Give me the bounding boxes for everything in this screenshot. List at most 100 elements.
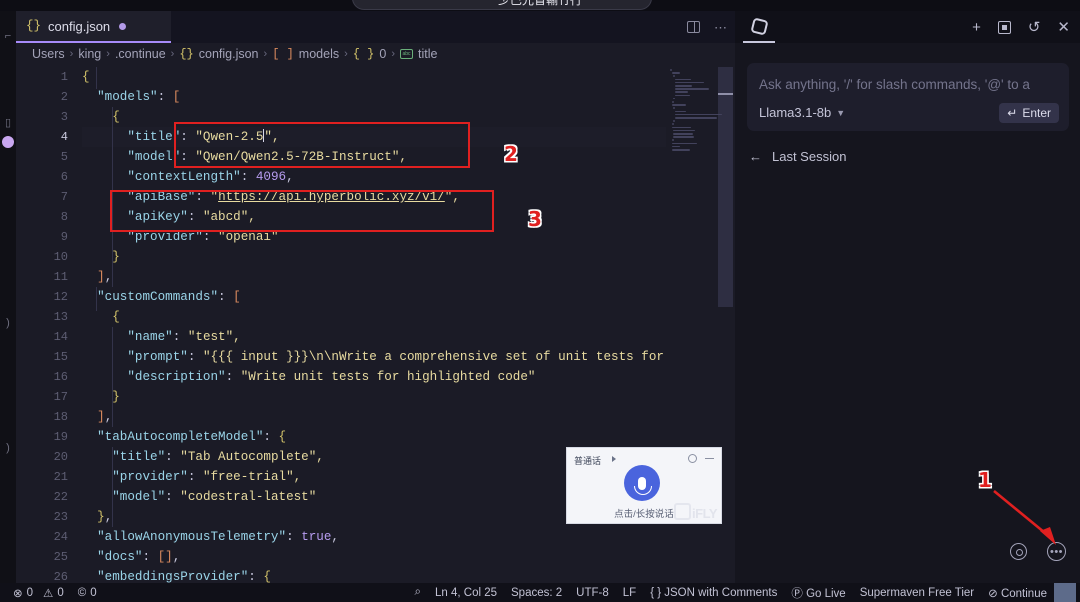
- back-arrow-icon: ←: [749, 149, 762, 164]
- new-session-button[interactable]: +: [972, 20, 981, 35]
- ports-indicator[interactable]: © 0: [71, 583, 104, 602]
- code-line[interactable]: {: [82, 67, 90, 87]
- expand-panel-button[interactable]: [997, 20, 1011, 34]
- extensions-icon[interactable]: ▯: [1, 116, 15, 130]
- code-line[interactable]: "models": [: [82, 87, 180, 107]
- code-line[interactable]: "model": "codestral-latest": [82, 487, 316, 507]
- more-actions-icon[interactable]: ⋯: [714, 21, 727, 34]
- code-token: :: [263, 430, 279, 444]
- code-line[interactable]: "description": "Write unit tests for hig…: [82, 367, 535, 387]
- code-token: "free-trial",: [202, 470, 302, 484]
- code-line[interactable]: "name": "test",: [82, 327, 241, 347]
- continue-tab[interactable]: [743, 11, 775, 43]
- code-token: "Tab Autocomplete",: [180, 450, 324, 464]
- supermaven-status[interactable]: Supermaven Free Tier: [853, 583, 981, 602]
- explorer-icon[interactable]: ⌐: [1, 29, 15, 43]
- microphone-button[interactable]: [624, 465, 660, 501]
- chat-input-placeholder[interactable]: Ask anything, '/' for slash commands, '@…: [759, 77, 1080, 92]
- split-editor-icon[interactable]: [687, 21, 700, 33]
- enter-send-button[interactable]: ↵ Enter: [999, 103, 1059, 123]
- line-number: 24: [53, 530, 68, 544]
- code-line[interactable]: "title": "Tab Autocomplete",: [82, 447, 324, 467]
- continue-status[interactable]: ⊘ Continue: [981, 583, 1054, 602]
- history-button[interactable]: ↺: [1028, 20, 1041, 35]
- close-panel-button[interactable]: ✕: [1057, 20, 1070, 35]
- code-line[interactable]: },: [82, 507, 112, 527]
- breadcrumb-continue[interactable]: .continue: [115, 47, 166, 61]
- code-token: "docs": [82, 550, 143, 564]
- code-token: "models": [82, 90, 158, 104]
- code-token: {: [82, 310, 120, 324]
- search-status-icon[interactable]: ⌕: [408, 583, 428, 602]
- code-line[interactable]: ],: [82, 407, 112, 427]
- activity-bar: ⌐ ▯ ) ): [0, 11, 16, 583]
- breadcrumb-title[interactable]: title: [418, 47, 437, 61]
- error-icon: ⊗: [13, 587, 23, 600]
- voice-input-widget[interactable]: 普通话 点击/长按说话 iFLY: [566, 447, 722, 524]
- more-options-icon[interactable]: •••: [1047, 542, 1066, 561]
- code-line[interactable]: "prompt": "{{{ input }}}\n\nWrite a comp…: [82, 347, 686, 367]
- model-selector[interactable]: Llama3.1-8b ▼: [759, 105, 845, 120]
- line-number: 16: [53, 370, 68, 384]
- voice-language-label[interactable]: 普通话: [574, 454, 601, 467]
- voice-settings-icon[interactable]: [688, 454, 697, 463]
- minimap-line: [671, 145, 681, 148]
- code-token: "title": [82, 130, 181, 144]
- manage-icon[interactable]: ): [1, 441, 15, 455]
- last-session-label: Last Session: [772, 149, 847, 164]
- language-mode[interactable]: { } JSON with Comments: [643, 583, 784, 602]
- code-line[interactable]: "tabAutocompleteModel": {: [82, 427, 286, 447]
- language-expand-icon[interactable]: [612, 456, 616, 462]
- minimap-line: [671, 72, 681, 74]
- code-token: {: [278, 430, 287, 444]
- code-line[interactable]: "allowAnonymousTelemetry": true,: [82, 527, 339, 547]
- string-property-icon: abc: [400, 49, 413, 59]
- code-line[interactable]: "customCommands": [: [82, 287, 241, 307]
- code-token: {: [82, 110, 120, 124]
- breadcrumb-separator-icon: ›: [391, 48, 395, 60]
- code-line[interactable]: }: [82, 247, 120, 267]
- errors-indicator[interactable]: ⊗ 0 ⚠ 0: [6, 583, 71, 602]
- line-endings[interactable]: LF: [616, 583, 643, 602]
- code-line[interactable]: "docs": [],: [82, 547, 180, 567]
- code-token: "test",: [187, 330, 241, 344]
- chat-composer[interactable]: Ask anything, '/' for slash commands, '@…: [747, 63, 1069, 131]
- line-number: 9: [60, 230, 68, 244]
- indentation[interactable]: Spaces: 2: [504, 583, 569, 602]
- cursor-position[interactable]: Ln 4, Col 25: [428, 583, 504, 602]
- minimap-cursor-marker: [718, 93, 733, 95]
- line-number: 22: [53, 490, 68, 504]
- code-line[interactable]: {: [82, 307, 120, 327]
- continue-header: + ↺ ✕: [735, 11, 1080, 43]
- minimap-line: [671, 139, 674, 141]
- breadcrumb-separator-icon: ›: [170, 48, 175, 60]
- encoding[interactable]: UTF-8: [569, 583, 616, 602]
- breadcrumb-index-0[interactable]: 0: [379, 47, 386, 61]
- tab-config-json[interactable]: {} config.json: [16, 11, 171, 43]
- code-line[interactable]: {: [82, 107, 120, 127]
- line-number: 17: [53, 390, 68, 404]
- breadcrumb-users[interactable]: Users: [32, 47, 65, 61]
- settings-gear-icon[interactable]: [1010, 543, 1027, 560]
- last-session-link[interactable]: ← Last Session: [749, 149, 846, 164]
- minimap-line: [674, 85, 692, 87]
- breadcrumb-configjson[interactable]: config.json: [199, 47, 259, 61]
- account-icon[interactable]: ): [1, 316, 15, 330]
- warning-icon: ⚠: [43, 587, 54, 600]
- ifly-watermark-box: [674, 503, 691, 520]
- code-line[interactable]: ],: [82, 267, 112, 287]
- unsaved-indicator-icon: [119, 22, 127, 30]
- code-line[interactable]: "contextLength": 4096,: [82, 167, 293, 187]
- code-token: "tabAutocompleteModel": [82, 430, 264, 444]
- radio-tower-icon: ©: [77, 586, 87, 599]
- notifications-indicator[interactable]: [1054, 583, 1076, 602]
- code-line[interactable]: }: [82, 387, 120, 407]
- breadcrumb-king[interactable]: king: [78, 47, 101, 61]
- breadcrumb-models[interactable]: models: [299, 47, 339, 61]
- go-live-button[interactable]: Ⓟ Go Live: [784, 583, 852, 602]
- line-number: 14: [53, 330, 68, 344]
- voice-minimize-icon[interactable]: [705, 458, 714, 460]
- code-line[interactable]: "provider": "free-trial",: [82, 467, 301, 487]
- code-token: :: [157, 90, 173, 104]
- minimap-scrollbar[interactable]: [718, 67, 733, 307]
